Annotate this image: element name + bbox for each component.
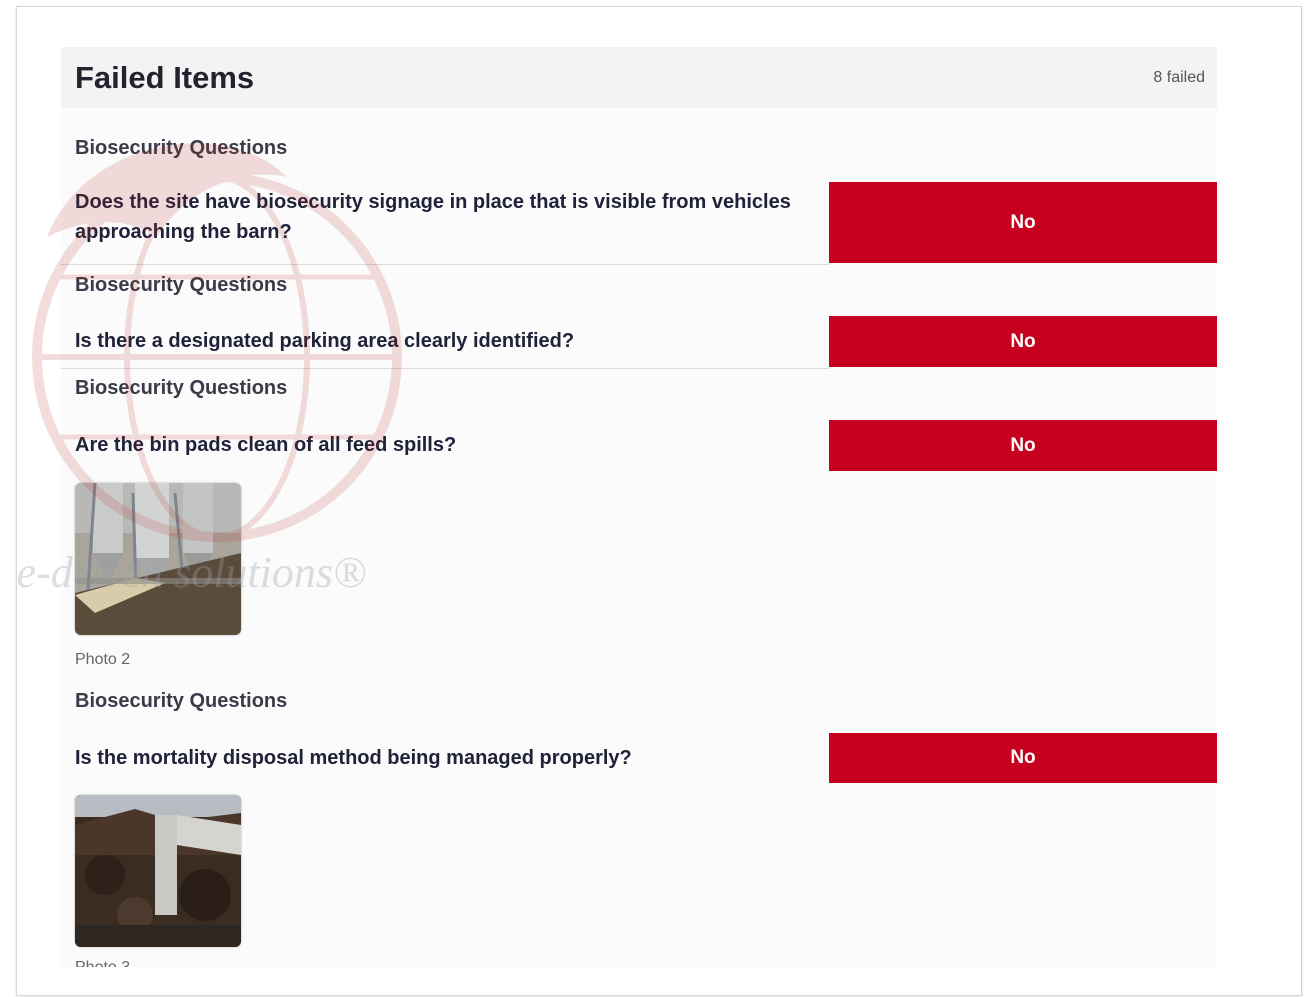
- answer-badge: No: [829, 420, 1217, 471]
- question-text: Does the site have biosecurity signage i…: [75, 191, 791, 243]
- photo-caption: Photo 3: [75, 959, 130, 967]
- report-header: Failed Items 8 failed: [61, 47, 1217, 108]
- item-divider: [61, 368, 829, 369]
- watermark-text: ce-driven solutions®: [16, 548, 367, 597]
- photo-thumbnail[interactable]: [75, 795, 241, 947]
- section-label: Biosecurity Questions: [75, 377, 288, 399]
- item-divider: [61, 264, 829, 265]
- question-text: Is there a designated parking area clear…: [75, 330, 575, 352]
- answer-badge: No: [829, 733, 1217, 783]
- failed-items-report: Failed Items 8 failed Biosecurity Questi…: [61, 47, 1217, 967]
- mortality-compost-photo: [75, 795, 241, 947]
- page-title: Failed Items: [75, 60, 255, 95]
- question-text: Is the mortality disposal method being m…: [75, 747, 632, 769]
- answer-badge: No: [829, 316, 1217, 367]
- report-page: Failed Items 8 failed Biosecurity Questi…: [16, 6, 1302, 996]
- section-label: Biosecurity Questions: [75, 274, 288, 296]
- question-text: Are the bin pads clean of all feed spill…: [75, 434, 457, 456]
- answer-badge: No: [829, 182, 1217, 263]
- failed-count-badge: 8 failed: [1153, 69, 1205, 86]
- section-label: Biosecurity Questions: [75, 137, 288, 159]
- section-label: Biosecurity Questions: [75, 690, 288, 712]
- photo-caption: Photo 2: [75, 651, 131, 668]
